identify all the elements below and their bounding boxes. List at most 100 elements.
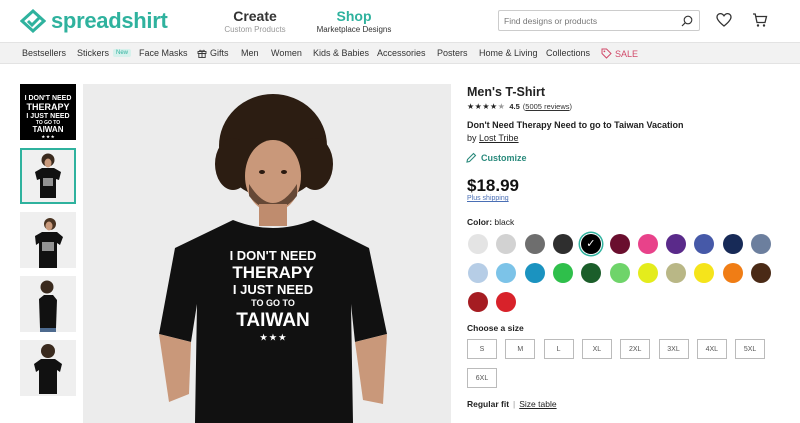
color-swatch[interactable] — [496, 292, 517, 312]
nav-label: Women — [271, 48, 302, 58]
color-swatch[interactable] — [666, 234, 687, 254]
create-tab-subtitle: Custom Products — [224, 25, 286, 34]
color-swatch[interactable] — [722, 263, 743, 283]
nav-home-living[interactable]: Home & Living — [479, 48, 538, 58]
thumbnail-back-model[interactable] — [20, 340, 76, 396]
model-front-image — [22, 150, 74, 202]
main-product-image[interactable]: I DON'T NEED THERAPY I JUST NEED TO GO T… — [83, 84, 451, 423]
color-swatch[interactable] — [496, 263, 517, 283]
size-option-s[interactable]: S — [467, 339, 497, 359]
designer-line: by Lost Tribe — [467, 133, 519, 143]
customize-button[interactable]: Customize — [466, 152, 527, 163]
gift-icon — [197, 49, 207, 58]
shop-tab-title: Shop — [336, 8, 372, 24]
size-option-3xl[interactable]: 3XL — [658, 339, 689, 359]
nav-kids-babies[interactable]: Kids & Babies — [313, 48, 369, 58]
color-swatch[interactable] — [609, 234, 630, 254]
nav-face-masks[interactable]: Face Masks — [139, 48, 188, 58]
model-wearing-shirt-image: I DON'T NEED THERAPY I JUST NEED TO GO T… — [159, 94, 387, 423]
search-box — [498, 10, 700, 31]
logo-text: spreadshirt — [51, 8, 168, 33]
shipping-link[interactable]: Plus shipping — [467, 195, 509, 202]
nav-bestsellers[interactable]: Bestsellers — [22, 48, 66, 58]
color-swatch[interactable] — [552, 263, 573, 283]
fit-label: Regular fit — [467, 399, 510, 409]
size-option-4xl[interactable]: 4XL — [696, 339, 727, 359]
design-text-line2: THERAPY — [26, 102, 69, 112]
color-label-prefix: Color: — [467, 217, 493, 227]
color-swatch[interactable] — [694, 263, 715, 283]
color-swatch[interactable] — [524, 263, 545, 283]
size-option-m[interactable]: M — [505, 339, 536, 359]
shirt-print-line2: THERAPY — [232, 263, 314, 282]
model-profile-image — [39, 280, 57, 332]
thumbnail-front-model[interactable] — [20, 148, 76, 204]
color-swatch[interactable] — [694, 234, 715, 254]
header: spreadshirt Create Custom Products Shop … — [0, 0, 800, 44]
size-table-link[interactable]: Size table — [519, 399, 556, 409]
size-option-xl[interactable]: XL — [581, 339, 612, 359]
color-swatch[interactable] — [468, 292, 488, 312]
size-option-5xl[interactable]: 5XL — [735, 339, 766, 359]
shirt-print-line1: I DON'T NEED — [230, 248, 317, 263]
model-side-image — [35, 218, 63, 268]
design-text-line1: I DON'T NEED — [25, 95, 72, 102]
color-swatch[interactable] — [751, 234, 771, 254]
product-rating: ★★★★★ 4.5 (5005 reviews) — [467, 102, 572, 111]
heart-icon[interactable] — [716, 12, 732, 28]
color-swatch[interactable] — [581, 263, 602, 283]
cart-icon[interactable] — [752, 12, 768, 28]
color-swatch[interactable] — [496, 234, 517, 254]
rating-score: 4.5 — [509, 102, 520, 111]
nav-collections[interactable]: Collections — [546, 48, 590, 58]
nav-label: Accessories — [377, 48, 426, 58]
thumbnail-design[interactable]: I DON'T NEED THERAPY I JUST NEED TO GO T… — [20, 84, 76, 140]
color-swatch[interactable] — [637, 234, 658, 254]
design-print-image: I DON'T NEED THERAPY I JUST NEED TO GO T… — [25, 95, 72, 139]
search-input[interactable] — [504, 15, 674, 26]
color-swatch[interactable] — [609, 263, 630, 283]
rating-stars-icon: ★★★★★ — [467, 102, 506, 111]
product-price: $18.99 — [467, 176, 519, 195]
reviews-count: 5005 reviews — [525, 102, 570, 111]
size-option-6xl[interactable]: 6XL — [467, 368, 497, 388]
nav-posters[interactable]: Posters — [437, 48, 468, 58]
nav-stickers[interactable]: Stickers New — [77, 48, 132, 58]
color-swatch[interactable] — [637, 263, 658, 283]
nav-label: SALE — [615, 48, 639, 59]
color-swatch[interactable] — [468, 234, 488, 254]
designer-link[interactable]: Lost Tribe — [479, 133, 519, 143]
color-swatch[interactable] — [751, 263, 771, 283]
shirt-print-line5: TAIWAN — [236, 310, 310, 331]
search-icon[interactable] — [681, 15, 693, 27]
nav-label: Kids & Babies — [313, 48, 370, 58]
color-swatch[interactable]: ✓ — [581, 234, 602, 254]
nav-men[interactable]: Men — [241, 48, 259, 58]
nav-women[interactable]: Women — [271, 48, 302, 58]
color-swatch[interactable] — [524, 234, 545, 254]
thumbnail-side-profile[interactable] — [20, 276, 76, 332]
fit-info: Regular fit | Size table — [467, 399, 557, 409]
color-swatch[interactable] — [468, 263, 488, 283]
shop-tab[interactable]: Shop Marketplace Designs — [316, 8, 392, 44]
design-text-line5: TAIWAN — [33, 125, 64, 134]
thumbnail-side-model[interactable] — [20, 212, 76, 268]
tag-icon — [601, 48, 612, 59]
color-swatch[interactable] — [722, 234, 743, 254]
product-type-title: Men's T-Shirt — [467, 85, 545, 99]
size-option-2xl[interactable]: 2XL — [620, 339, 651, 359]
selected-color-name: black — [494, 217, 515, 227]
size-label: Choose a size — [467, 323, 524, 333]
nav-label: Home & Living — [479, 48, 538, 58]
nav-sale[interactable]: SALE — [601, 48, 638, 59]
nav-accessories[interactable]: Accessories — [377, 48, 426, 58]
color-swatch[interactable] — [666, 263, 687, 283]
nav-label: Men — [241, 48, 259, 58]
create-tab[interactable]: Create Custom Products — [224, 8, 286, 35]
logo[interactable]: spreadshirt — [20, 8, 168, 34]
color-swatch[interactable] — [552, 234, 573, 254]
nav-gifts[interactable]: Gifts — [197, 48, 229, 58]
reviews-link[interactable]: (5005 reviews) — [523, 102, 572, 111]
size-option-l[interactable]: L — [543, 339, 574, 359]
create-tab-title: Create — [233, 8, 277, 24]
